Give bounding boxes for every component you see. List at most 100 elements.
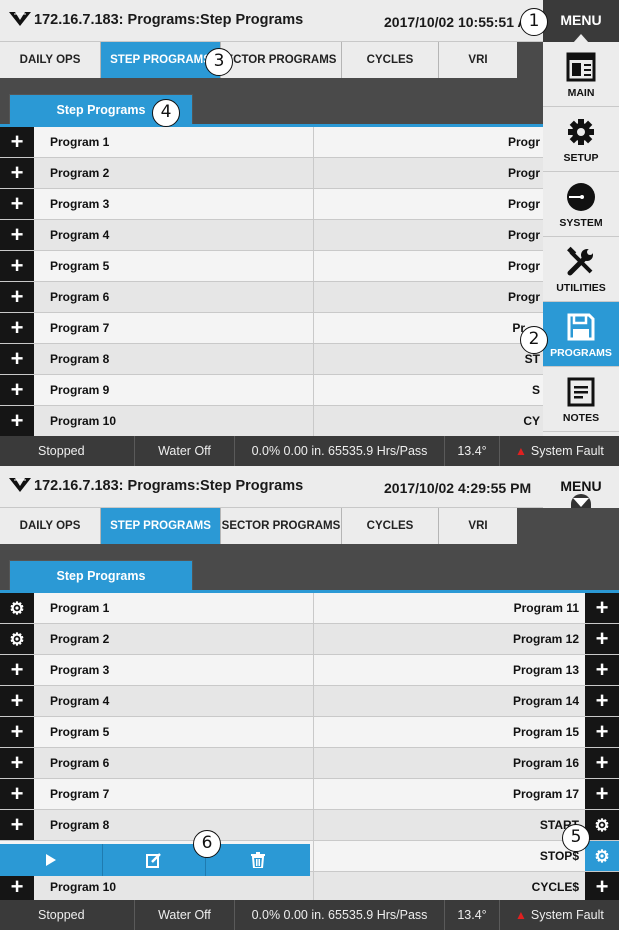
plus-icon[interactable]: + <box>585 779 619 809</box>
program-label-right: Progr <box>507 135 540 149</box>
program-label: Program 3 <box>50 663 110 677</box>
table-row[interactable]: + Program 5 Program 15 + <box>0 717 619 748</box>
plus-icon[interactable]: + <box>0 686 34 716</box>
gear-icon[interactable]: ⚙ <box>585 841 619 871</box>
status-state: Stopped <box>0 900 135 930</box>
panel-menu-open: 172.16.7.183: Programs:Step Programs 201… <box>0 0 619 466</box>
tab-step-programs[interactable]: STEP PROGRAMS <box>101 42 221 78</box>
subtab-step-programs[interactable]: Step Programs <box>9 560 193 590</box>
plus-icon[interactable]: + <box>0 189 34 219</box>
plus-icon[interactable]: + <box>0 748 34 778</box>
system-icon <box>567 183 595 211</box>
tab-daily-ops[interactable]: DAILY OPS <box>0 42 101 78</box>
tab-cycles[interactable]: CYCLES <box>342 42 439 78</box>
program-label: Program 1 <box>50 135 110 149</box>
table-row[interactable]: + Program 6 Program 16 + <box>0 748 619 779</box>
plus-icon[interactable]: + <box>0 779 34 809</box>
main-icon <box>566 52 596 82</box>
table-row[interactable]: + Program 9 S <box>0 375 619 406</box>
menu-item-programs[interactable]: PROGRAMS <box>543 302 619 367</box>
tab-vri[interactable]: VRI <box>439 42 517 78</box>
table-row[interactable]: + Program 3 Program 13 + <box>0 655 619 686</box>
table-row[interactable]: + Program 10 CY <box>0 406 619 437</box>
program-label: Program 7 <box>50 787 110 801</box>
gear-icon[interactable]: ⚙ <box>0 624 34 654</box>
tab-cycles[interactable]: CYCLES <box>342 508 439 544</box>
play-button[interactable] <box>0 844 103 876</box>
callout-2: 2 <box>520 326 548 354</box>
plus-icon[interactable]: + <box>585 872 619 902</box>
plus-icon[interactable]: + <box>585 748 619 778</box>
plus-icon[interactable]: + <box>0 282 34 312</box>
menu-item-setup[interactable]: SETUP <box>543 107 619 172</box>
tab-sector-programs[interactable]: SECTOR PROGRAMS <box>221 508 342 544</box>
menu-button[interactable]: MENU <box>543 0 619 43</box>
delete-button[interactable] <box>206 844 309 876</box>
trash-icon <box>250 852 265 868</box>
program-label: Program 9 <box>50 383 110 397</box>
plus-icon[interactable]: + <box>0 872 34 902</box>
table-row[interactable]: + Program 2 Progr <box>0 158 619 189</box>
datetime: 2017/10/02 4:29:55 PM <box>384 480 532 496</box>
program-label-right: S <box>531 383 540 397</box>
menu-label: SYSTEM <box>559 217 603 229</box>
plus-icon[interactable]: + <box>0 127 34 157</box>
program-label-right: CYCLE$ <box>531 880 579 894</box>
plus-icon[interactable]: + <box>0 406 34 436</box>
menu-item-main[interactable]: MAIN <box>543 42 619 107</box>
menu-item-utilities[interactable]: UTILITIES <box>543 237 619 302</box>
save-icon <box>567 313 595 341</box>
table-row[interactable]: + Program 4 Program 14 + <box>0 686 619 717</box>
table-row[interactable]: + Program 8 START ⚙ <box>0 810 619 841</box>
title-bar: 172.16.7.183: Programs:Step Programs 201… <box>0 466 619 508</box>
table-row[interactable]: ⚙ Program 1 Program 11 + <box>0 593 619 624</box>
tab-sector-programs[interactable]: ECTOR PROGRAMS <box>221 42 342 78</box>
plus-icon[interactable]: + <box>0 220 34 250</box>
plus-icon[interactable]: + <box>0 344 34 374</box>
plus-icon[interactable]: + <box>585 593 619 623</box>
plus-icon[interactable]: + <box>0 313 34 343</box>
table-row[interactable]: + Program 10 CYCLE$ + <box>0 872 619 903</box>
plus-icon[interactable]: + <box>0 810 34 840</box>
menu-item-notes[interactable]: NOTES <box>543 367 619 432</box>
warning-icon: ▲ <box>515 908 527 922</box>
table-row[interactable]: + Program 7 Program 17 + <box>0 779 619 810</box>
program-label: Program 5 <box>50 725 110 739</box>
menu-item-system[interactable]: SYSTEM <box>543 172 619 237</box>
status-fault[interactable]: ▲ System Fault <box>500 900 619 930</box>
program-label: Program 10 <box>50 880 117 894</box>
plus-icon[interactable]: + <box>585 717 619 747</box>
plus-icon[interactable]: + <box>0 717 34 747</box>
program-label-right: Program 13 <box>512 663 579 677</box>
program-label-right: Progr <box>507 166 540 180</box>
gear-icon[interactable]: ⚙ <box>0 593 34 623</box>
program-label: Program 2 <box>50 166 110 180</box>
table-row[interactable]: + Program 3 Progr <box>0 189 619 220</box>
plus-icon[interactable]: + <box>0 655 34 685</box>
table-row[interactable]: + Program 5 Progr <box>0 251 619 282</box>
tab-vri[interactable]: VRI <box>439 508 517 544</box>
plus-icon[interactable]: + <box>585 686 619 716</box>
callout-6: 6 <box>193 830 221 858</box>
gear-icon[interactable]: ⚙ <box>585 810 619 840</box>
plus-icon[interactable]: + <box>585 624 619 654</box>
plus-icon[interactable]: + <box>0 375 34 405</box>
program-label-right: Program 11 <box>513 601 579 615</box>
tab-daily-ops[interactable]: DAILY OPS <box>0 508 101 544</box>
status-fault[interactable]: ▲ System Fault <box>500 436 619 466</box>
program-label-right: Program 15 <box>512 725 579 739</box>
tab-step-programs[interactable]: STEP PROGRAMS <box>101 508 221 544</box>
tabs-bar: DAILY OPS STEP PROGRAMS SECTOR PROGRAMS … <box>0 508 619 544</box>
plus-icon[interactable]: + <box>0 251 34 281</box>
plus-icon[interactable]: + <box>585 655 619 685</box>
plus-icon[interactable]: + <box>0 158 34 188</box>
program-label-right: Program 14 <box>512 694 579 708</box>
table-row[interactable]: + Program 1 Progr <box>0 127 619 158</box>
menu-button[interactable]: MENU <box>543 466 619 508</box>
table-row[interactable]: ⚙ Program 2 Program 12 + <box>0 624 619 655</box>
table-row[interactable]: + Program 4 Progr <box>0 220 619 251</box>
page-title: 172.16.7.183: Programs:Step Programs <box>34 12 304 28</box>
edit-button[interactable] <box>103 844 206 876</box>
table-row[interactable]: + Program 6 Progr <box>0 282 619 313</box>
program-label: Program 2 <box>50 632 110 646</box>
